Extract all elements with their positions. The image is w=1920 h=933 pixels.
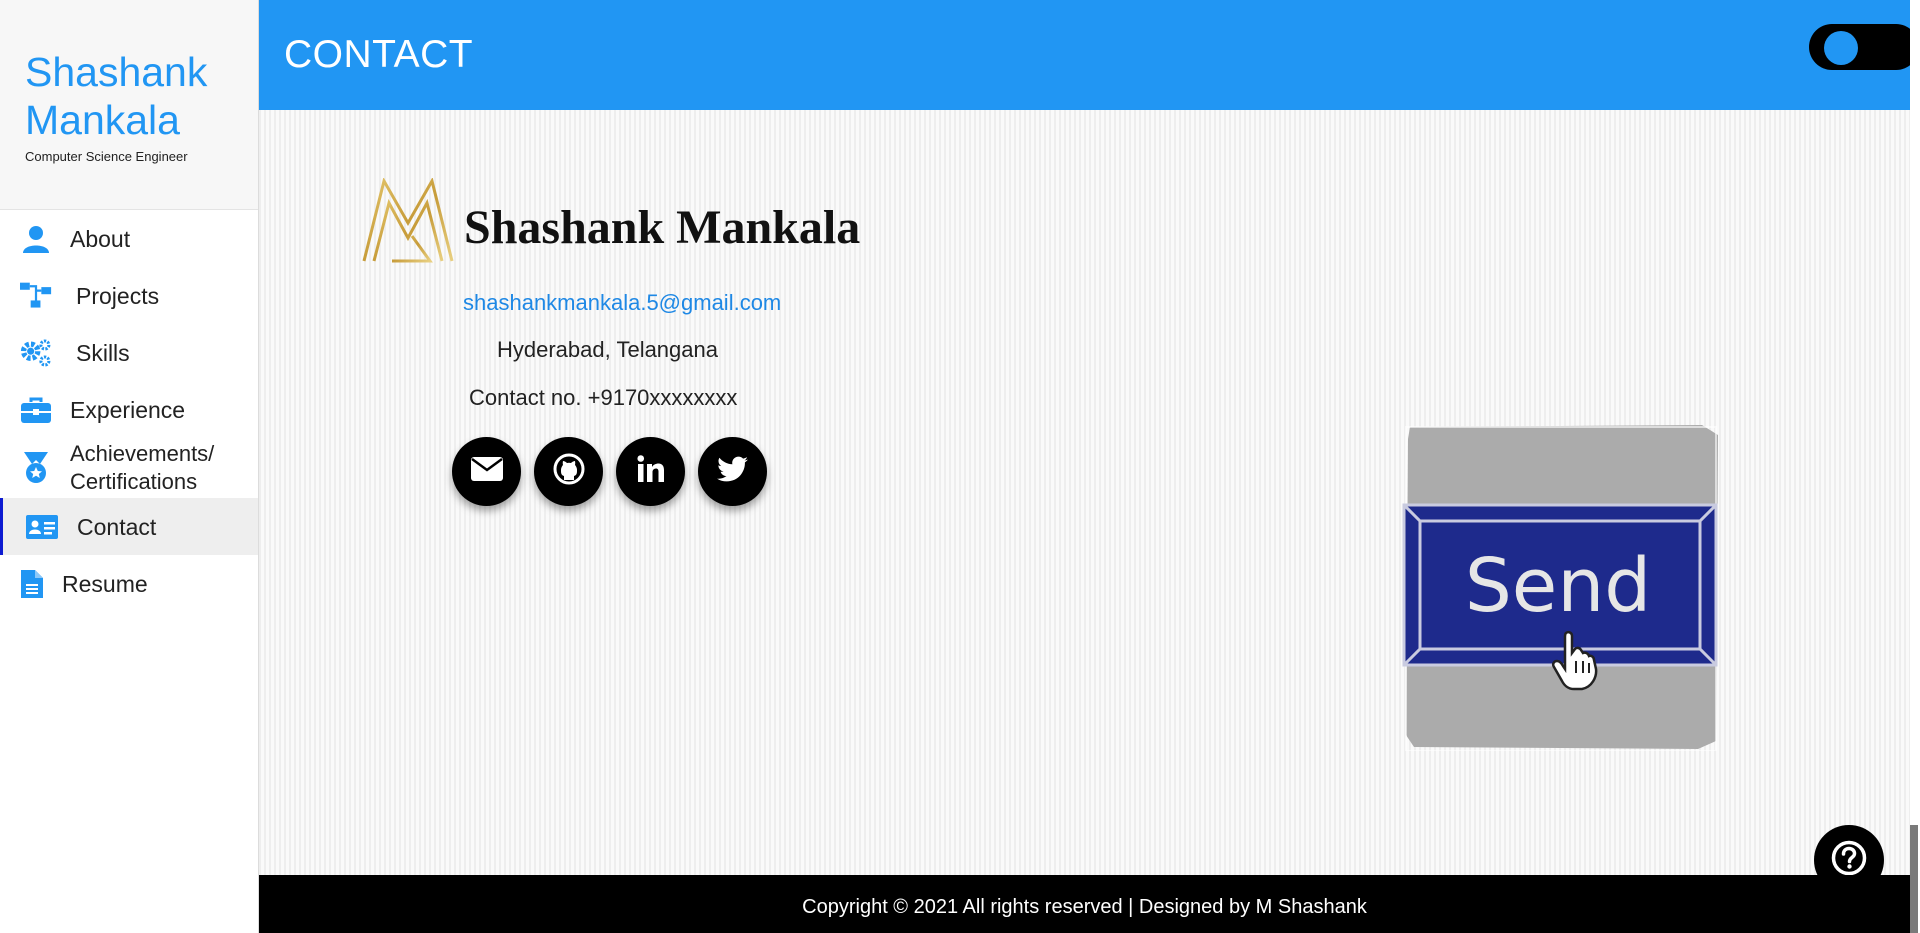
page-title: CONTACT	[284, 33, 474, 76]
scrollbar-track[interactable]	[1910, 0, 1920, 933]
brand: Shashank Mankala Computer Science Engine…	[0, 0, 258, 210]
contact-name: Shashank Mankala	[464, 201, 861, 254]
send-label: Send	[1465, 543, 1651, 629]
sidebar-item-contact[interactable]: Contact	[0, 498, 258, 555]
location-text: Hyderabad, Telangana	[497, 337, 718, 362]
app-root: Shashank Mankala Computer Science Engine…	[0, 0, 1920, 933]
page-header: CONTACT	[259, 0, 1919, 110]
medal-icon	[20, 452, 52, 484]
brand-name[interactable]: Shashank Mankala	[25, 48, 215, 144]
linkedin-social-button[interactable]	[616, 437, 685, 506]
sidebar-item-label: About	[70, 225, 131, 252]
sidebar-item-label: Resume	[62, 570, 148, 597]
sidebar: Shashank Mankala Computer Science Engine…	[0, 0, 259, 933]
social-links	[452, 437, 767, 506]
send-button-graphic[interactable]: Send	[1402, 421, 1722, 752]
sidebar-item-achievements[interactable]: Achievements/ Certifications	[0, 438, 258, 498]
sidebar-item-label: Skills	[76, 339, 130, 366]
phone-text: Contact no. +9170xxxxxxxx	[469, 385, 738, 410]
project-tree-icon	[20, 280, 52, 312]
sidebar-item-about[interactable]: About	[0, 210, 258, 267]
main-content: Shashank Mankala shashankmankala.5@gmail…	[259, 110, 1910, 875]
gears-icon	[20, 337, 52, 369]
brand-tagline: Computer Science Engineer	[25, 149, 188, 164]
sidebar-item-label: Contact	[77, 513, 157, 540]
envelope-icon	[470, 457, 503, 486]
footer: Copyright © 2021 All rights reserved | D…	[259, 875, 1910, 933]
sidebar-nav: About Projects Skills Experience Achieve…	[0, 210, 258, 612]
theme-toggle[interactable]	[1809, 24, 1919, 70]
scrollbar-thumb[interactable]	[1910, 825, 1918, 933]
sidebar-item-label: Achievements/ Certifications	[70, 441, 215, 494]
sidebar-item-experience[interactable]: Experience	[0, 381, 258, 438]
sidebar-item-resume[interactable]: Resume	[0, 555, 258, 612]
briefcase-icon	[20, 394, 52, 426]
github-icon	[553, 453, 585, 490]
linkedin-icon	[636, 454, 666, 489]
document-icon	[20, 568, 44, 600]
email-link[interactable]: shashankmankala.5@gmail.com	[463, 290, 781, 316]
toggle-knob	[1824, 31, 1858, 65]
user-icon	[20, 223, 52, 255]
id-card-icon	[26, 511, 58, 543]
twitter-icon	[716, 456, 749, 488]
ms-logo-icon	[362, 177, 454, 268]
github-social-button[interactable]	[534, 437, 603, 506]
sidebar-item-label: Projects	[76, 282, 160, 309]
sidebar-item-projects[interactable]: Projects	[0, 267, 258, 324]
copyright-text: Copyright © 2021 All rights reserved | D…	[802, 895, 1367, 918]
sidebar-item-skills[interactable]: Skills	[0, 324, 258, 381]
sidebar-item-label: Experience	[70, 396, 186, 423]
twitter-social-button[interactable]	[698, 437, 767, 506]
email-social-button[interactable]	[452, 437, 521, 506]
